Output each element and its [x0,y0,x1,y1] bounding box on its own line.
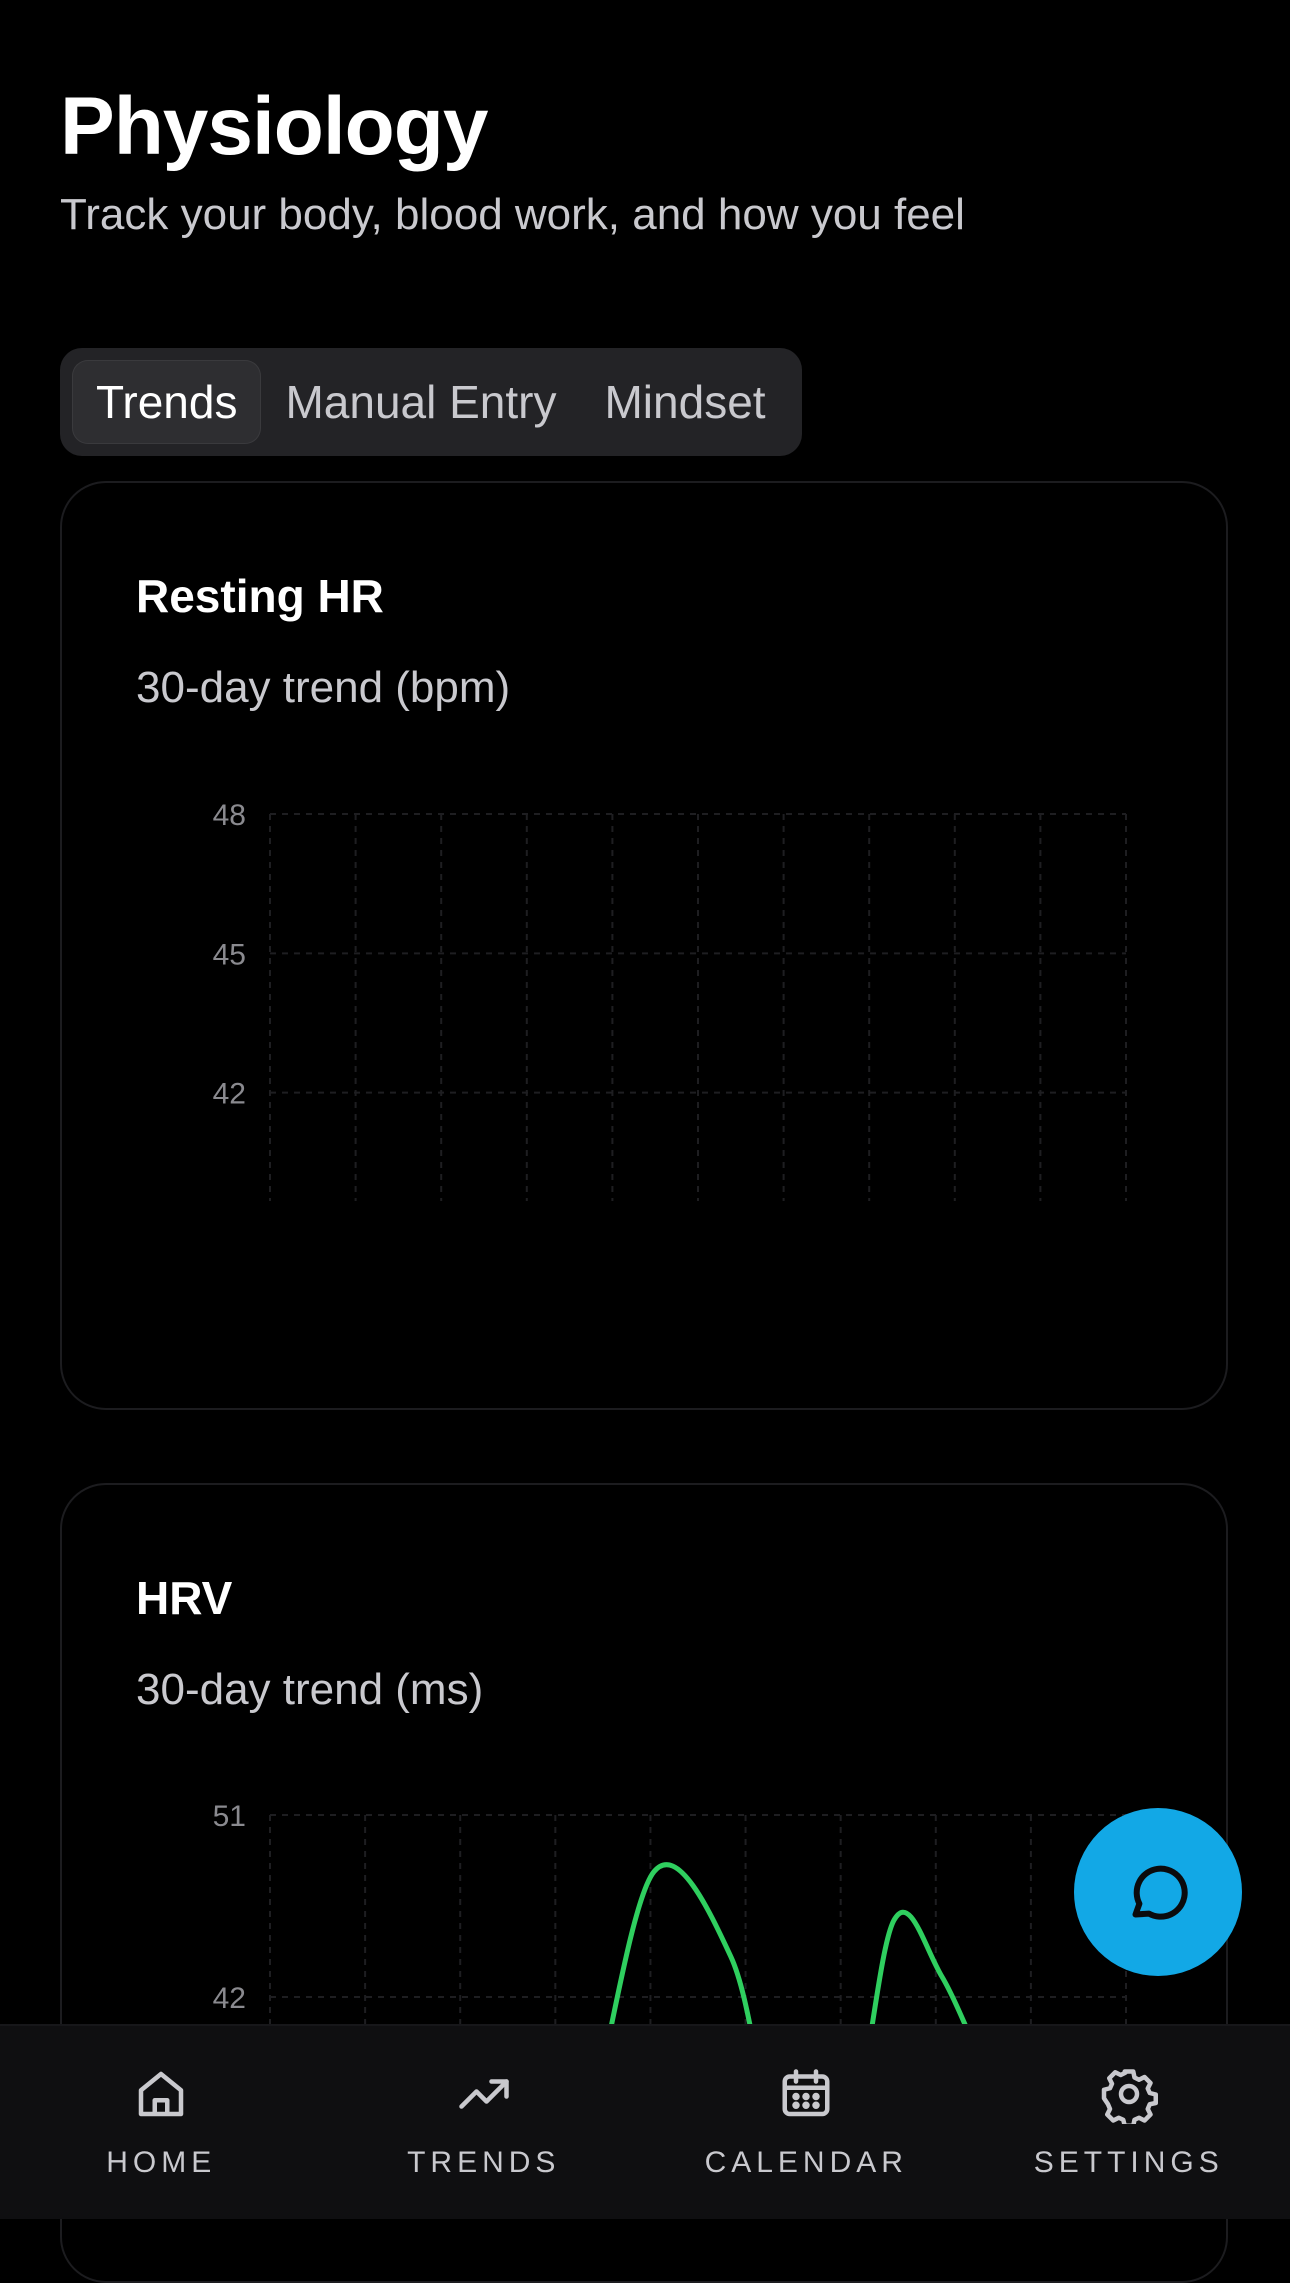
nav-label: SETTINGS [1034,2146,1224,2180]
nav-label: HOME [106,2146,216,2180]
nav-trends[interactable]: TRENDS [323,2026,646,2219]
card-subtitle: 30-day trend (ms) [136,1665,483,1715]
tab-mindset[interactable]: Mindset [580,360,789,444]
nav-settings[interactable]: SETTINGS [968,2026,1290,2219]
segmented-control: Trends Manual Entry Mindset [60,348,802,456]
nav-home[interactable]: HOME [0,2026,323,2219]
resting-hr-chart: 6/266/276/286/296/307/17/27/37/47/57/648… [62,801,1228,1201]
tab-trends[interactable]: Trends [72,360,261,444]
y-tick-label: 45 [213,938,246,971]
chat-bubble-icon [1122,1856,1194,1928]
page-subtitle: Track your body, blood work, and how you… [60,190,965,240]
y-tick-label: 48 [213,801,246,832]
card-subtitle: 30-day trend (bpm) [136,663,510,713]
tab-manual-entry[interactable]: Manual Entry [261,360,580,444]
trend-up-icon [454,2064,514,2124]
home-icon [131,2064,191,2124]
calendar-icon [776,2064,836,2124]
nav-label: CALENDAR [705,2146,908,2180]
gear-icon [1099,2064,1159,2124]
page-title: Physiology [60,80,487,174]
resting-hr-card: Resting HR 30-day trend (bpm) 6/266/276/… [60,481,1228,1410]
bottom-nav: HOME TRENDS CALENDAR SETTINGS [0,2024,1290,2219]
nav-label: TRENDS [407,2146,560,2180]
y-tick-label: 42 [213,1078,246,1111]
y-tick-label: 51 [213,1803,246,1833]
card-title: Resting HR [136,569,384,623]
nav-calendar[interactable]: CALENDAR [645,2026,968,2219]
chat-button[interactable] [1074,1808,1242,1976]
card-title: HRV [136,1571,232,1625]
y-tick-label: 42 [213,1982,246,2015]
